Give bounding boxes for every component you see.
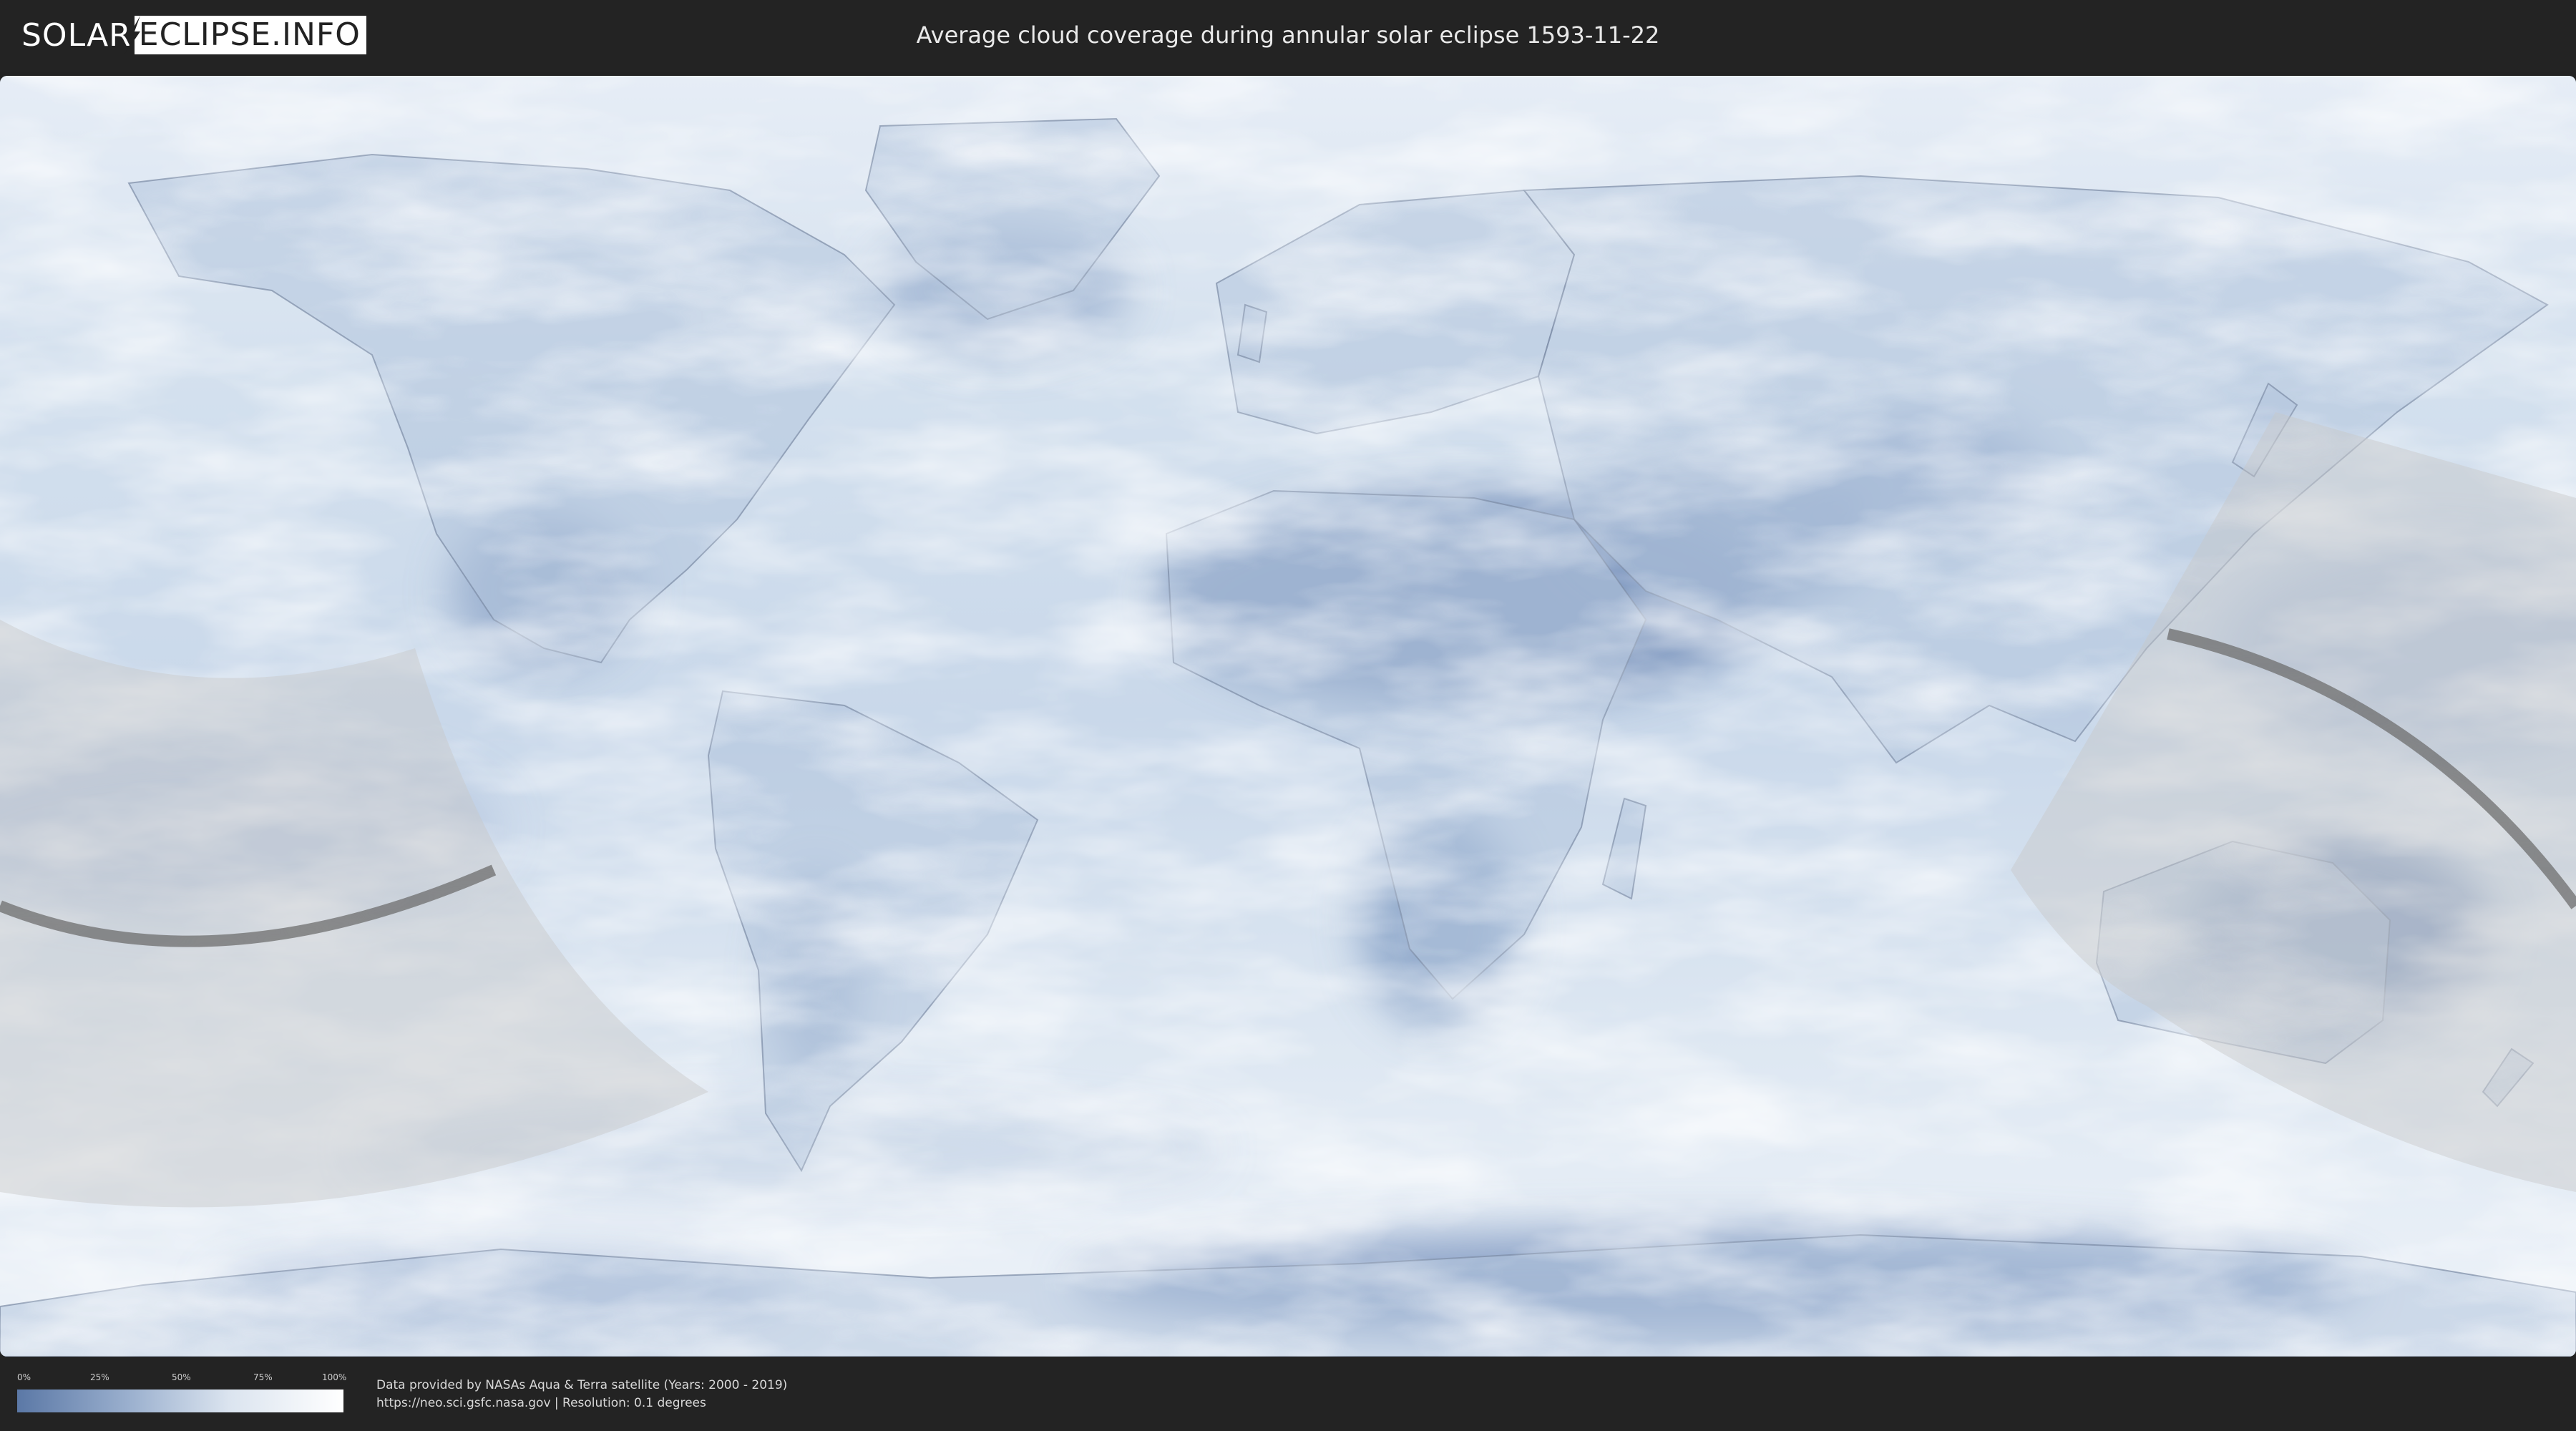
legend-tick-25: 25%: [90, 1372, 109, 1382]
legend-tick-0: 0%: [17, 1372, 31, 1382]
legend-ticks: 0% 25% 50% 75% 100%: [17, 1372, 347, 1387]
footer-bar: 0% 25% 50% 75% 100% Data provided by NAS…: [0, 1357, 2576, 1431]
credits-line-source: Data provided by NASAs Aqua & Terra sate…: [376, 1378, 788, 1392]
legend-tick-100: 100%: [322, 1372, 347, 1382]
page-title: Average cloud coverage during annular so…: [916, 21, 1660, 49]
cloud-coverage-legend: 0% 25% 50% 75% 100%: [17, 1372, 347, 1415]
data-credits: Data provided by NASAs Aqua & Terra sate…: [376, 1377, 787, 1412]
legend-gradient-bar: [17, 1390, 343, 1412]
cloud-coverage-map: [0, 76, 2576, 1357]
header-bar: SOLAR ECLIPSE.INFO Average cloud coverag…: [0, 0, 2576, 72]
legend-tick-50: 50%: [172, 1372, 191, 1382]
legend-tick-75: 75%: [253, 1372, 273, 1382]
world-map-icon: [0, 76, 2576, 1357]
credits-line-url[interactable]: https://neo.sci.gsfc.nasa.gov | Resoluti…: [376, 1395, 787, 1412]
